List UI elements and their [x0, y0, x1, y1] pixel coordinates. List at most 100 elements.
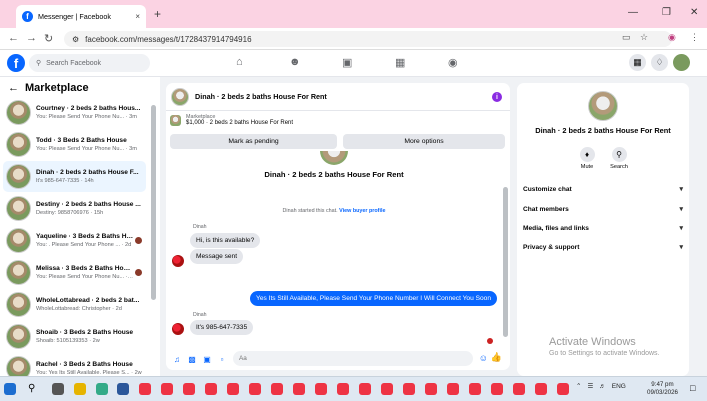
chat-members-row[interactable]: Chat members ▾	[523, 200, 683, 218]
chrome-icon[interactable]	[337, 383, 349, 395]
clock[interactable]: 9:47 pm 09/03/2026	[647, 381, 678, 397]
facebook-search-input[interactable]: ⚲ Search Facebook	[29, 54, 150, 72]
sticker-icon[interactable]: ▣	[202, 355, 212, 364]
search-icon[interactable]: ⚲	[28, 383, 40, 395]
forward-icon[interactable]: →	[26, 32, 37, 44]
chat-title[interactable]: Dinah · 2 beds 2 baths House For Rent	[195, 92, 327, 101]
start-icon[interactable]	[4, 383, 16, 395]
close-window-button[interactable]: ✕	[690, 7, 698, 18]
thumbs-up-icon[interactable]: 👍	[491, 352, 502, 363]
search-label: Search	[610, 164, 628, 170]
chrome-icon[interactable]	[557, 383, 569, 395]
close-tab-icon[interactable]: ×	[135, 12, 140, 21]
chrome-icon[interactable]	[535, 383, 547, 395]
back-icon[interactable]: ←	[8, 32, 19, 44]
clock-date: 09/03/2026	[647, 389, 678, 396]
menu-grid-icon[interactable]: ▦	[629, 54, 646, 71]
back-arrow-icon[interactable]: ←	[8, 82, 19, 94]
gif-icon[interactable]: ▫	[217, 355, 227, 364]
edge-icon[interactable]	[96, 383, 108, 395]
cast-icon[interactable]: ▭	[622, 32, 631, 43]
chrome-icon[interactable]	[403, 383, 415, 395]
new-tab-button[interactable]: +	[154, 7, 161, 21]
microphone-icon[interactable]: ♫	[172, 355, 182, 364]
search-placeholder: Search Facebook	[46, 59, 102, 67]
chrome-icon[interactable]	[513, 383, 525, 395]
info-icon[interactable]: i	[492, 92, 502, 102]
menu-dots-icon[interactable]: ⋮	[690, 32, 699, 43]
chat-avatar[interactable]	[171, 87, 189, 106]
listing-summary[interactable]: Marketplace $1,000 · 2 beds 2 baths Hous…	[170, 114, 293, 126]
maximize-button[interactable]: ❐	[662, 7, 671, 18]
view-buyer-profile-link[interactable]: View buyer profile	[339, 208, 385, 214]
conversation-item[interactable]: Melissa · 3 Beds 2 Baths House You: Pleas…	[3, 257, 146, 288]
friends-icon[interactable]: ☻	[289, 56, 301, 68]
chrome-icon[interactable]	[381, 383, 393, 395]
conversation-item[interactable]: Shoaib · 3 Beds 2 Baths House Shoaib: 510…	[3, 321, 146, 352]
profile-icon[interactable]: ◉	[668, 32, 676, 43]
conversation-item[interactable]: Todd · 3 Beds 2 Baths House You: Please S…	[3, 129, 146, 160]
chrome-icon[interactable]	[205, 383, 217, 395]
minimize-button[interactable]: —	[628, 7, 638, 18]
chat-scrollbar[interactable]	[503, 187, 508, 337]
file-explorer-icon[interactable]	[74, 383, 86, 395]
customize-chat-row[interactable]: Customize chat ▾	[523, 180, 683, 198]
chrome-icon[interactable]	[359, 383, 371, 395]
chrome-icon[interactable]	[447, 383, 459, 395]
notifications-icon[interactable]: ♢	[651, 54, 668, 71]
media-files-links-row[interactable]: Media, files and links ▾	[523, 219, 683, 237]
task-view-icon[interactable]	[52, 383, 64, 395]
chrome-icon[interactable]	[491, 383, 503, 395]
language-indicator[interactable]: ENG	[612, 383, 626, 390]
chrome-icon[interactable]	[227, 383, 239, 395]
mark-pending-button[interactable]: Mark as pending	[170, 134, 337, 149]
facebook-logo[interactable]: f	[7, 54, 25, 72]
browser-tab[interactable]: f Messenger | Facebook ×	[16, 5, 146, 28]
url-bar[interactable]: ⚙ facebook.com/messages/t/17284379147949…	[64, 31, 672, 47]
network-icon[interactable]: ☰	[587, 382, 593, 390]
conversation-name: Dinah · 2 beds 2 baths House F...	[36, 169, 139, 176]
notification-center-icon[interactable]: □	[690, 383, 702, 395]
chrome-icon[interactable]	[469, 383, 481, 395]
photo-icon[interactable]: ▩	[187, 355, 197, 364]
conversation-item[interactable]: Yaqueline · 3 Beds 2 Baths Ho... You: . P…	[3, 225, 146, 256]
sidebar-scrollbar[interactable]	[151, 105, 156, 300]
chevron-up-icon[interactable]: ⌃	[576, 382, 581, 390]
message-sender: Dinah	[193, 312, 207, 318]
message-input[interactable]	[233, 351, 473, 366]
conversation-item[interactable]: WholeLottabread · 2 beds 2 bat... WholeLo…	[3, 289, 146, 320]
chrome-icon[interactable]	[293, 383, 305, 395]
conversation-item[interactable]: Destiny · 2 beds 2 baths House ... Destin…	[3, 193, 146, 224]
chrome-icon[interactable]	[271, 383, 283, 395]
events-icon[interactable]: ▣	[342, 56, 352, 69]
home-icon[interactable]: ⌂	[236, 56, 243, 68]
conversation-preview: You: Please Send Your Phone Nu... · 2d	[36, 274, 134, 280]
marketplace-icon[interactable]: ▦	[395, 56, 405, 69]
word-icon[interactable]	[117, 383, 129, 395]
address-toolbar: ← → ↻ ⚙ facebook.com/messages/t/17284379…	[0, 28, 707, 50]
privacy-support-row[interactable]: Privacy & support ▾	[523, 238, 683, 256]
bookmark-star-icon[interactable]: ☆	[640, 32, 648, 43]
chrome-icon[interactable]	[183, 383, 195, 395]
chevron-down-icon: ▾	[679, 186, 683, 193]
reload-icon[interactable]: ↻	[44, 32, 53, 45]
site-info-icon[interactable]: ⚙	[72, 35, 79, 44]
mute-button[interactable]: ♦ Mute	[572, 147, 602, 170]
chrome-icon[interactable]	[425, 383, 437, 395]
gaming-icon[interactable]: ◉	[448, 56, 458, 69]
account-avatar[interactable]	[673, 54, 690, 71]
chrome-icon[interactable]	[315, 383, 327, 395]
listing-thumbnail	[6, 164, 31, 189]
seen-avatar	[135, 237, 142, 244]
conversation-item[interactable]: Courtney · 2 beds 2 baths Hous... You: Pl…	[3, 97, 146, 128]
volume-icon[interactable]: ♬	[599, 383, 606, 390]
chrome-icon[interactable]	[161, 383, 173, 395]
search-button[interactable]: ⚲ Search	[604, 147, 634, 170]
emoji-icon[interactable]: ☺	[479, 353, 488, 363]
conversation-item-active[interactable]: Dinah · 2 beds 2 baths House F... It's 98…	[3, 161, 146, 192]
conversation-preview: You: Please Send Your Phone Nu... · 3m	[36, 146, 137, 152]
tab-title: Messenger | Facebook	[38, 12, 111, 21]
chrome-icon[interactable]	[249, 383, 261, 395]
more-options-button[interactable]: More options	[343, 134, 505, 149]
chrome-icon[interactable]	[139, 383, 151, 395]
